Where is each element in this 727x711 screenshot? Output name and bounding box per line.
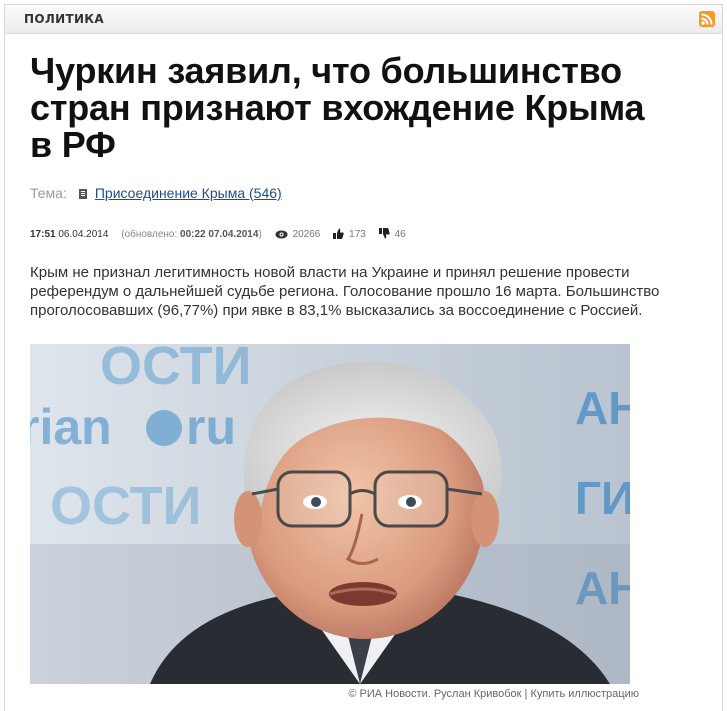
topic-link[interactable]: Присоединение Крыма (546)	[95, 185, 282, 201]
likes-count: 173	[349, 229, 366, 240]
updated-time: 00:22 07.04.2014	[180, 229, 259, 240]
updated-info: (обновлено: 00:22 07.04.2014)	[121, 229, 262, 240]
publish-time: 17:51	[30, 229, 56, 240]
article-meta: 17:51 06.04.2014 (обновлено: 00:22 07.04…	[30, 228, 406, 242]
dislikes-count: 46	[394, 229, 406, 240]
photo-bg-logo-dot	[146, 410, 182, 446]
article-photo[interactable]: ОСТИ rian ru ОСТИ АН ГИ АН	[30, 344, 630, 684]
thumbs-up-icon[interactable]	[333, 228, 344, 242]
likes-counter[interactable]: 173	[333, 228, 368, 242]
photo-bg-text-3: ru	[186, 399, 236, 455]
dislikes-counter[interactable]: 46	[378, 228, 406, 242]
section-title[interactable]: ПОЛИТИКА	[24, 12, 104, 26]
eye-icon	[275, 230, 288, 242]
photo-bg-text-1: ОСТИ	[100, 344, 251, 396]
topic-line: Тема: Присоединение Крыма (546)	[30, 185, 282, 201]
photo-bg-text-6: ГИ	[575, 472, 630, 524]
document-icon	[78, 189, 87, 199]
photo-credit: © РИА Новости. Руслан Кривобок	[348, 688, 522, 700]
photo-caption: © РИА Новости. Руслан Кривобок | Купить …	[348, 688, 639, 700]
topic-label: Тема:	[30, 185, 67, 201]
section-header: ПОЛИТИКА	[5, 5, 722, 34]
rss-icon[interactable]	[699, 11, 715, 27]
publish-date: 06.04.2014	[58, 229, 109, 240]
photo-bg-text-2: rian	[30, 399, 112, 455]
photo-bg-text-5: АН	[575, 382, 630, 434]
photo-bg-text-4: ОСТИ	[50, 476, 201, 536]
views-count: 20266	[292, 229, 321, 240]
thumbs-down-icon[interactable]	[378, 228, 390, 242]
views-counter: 20266	[275, 229, 324, 240]
buy-illustration-link[interactable]: Купить иллюстрацию	[530, 688, 639, 700]
article-lead: Крым не признал легитимность новой власт…	[30, 264, 660, 319]
article-title: Чуркин заявил, что большинство стран при…	[30, 50, 645, 165]
